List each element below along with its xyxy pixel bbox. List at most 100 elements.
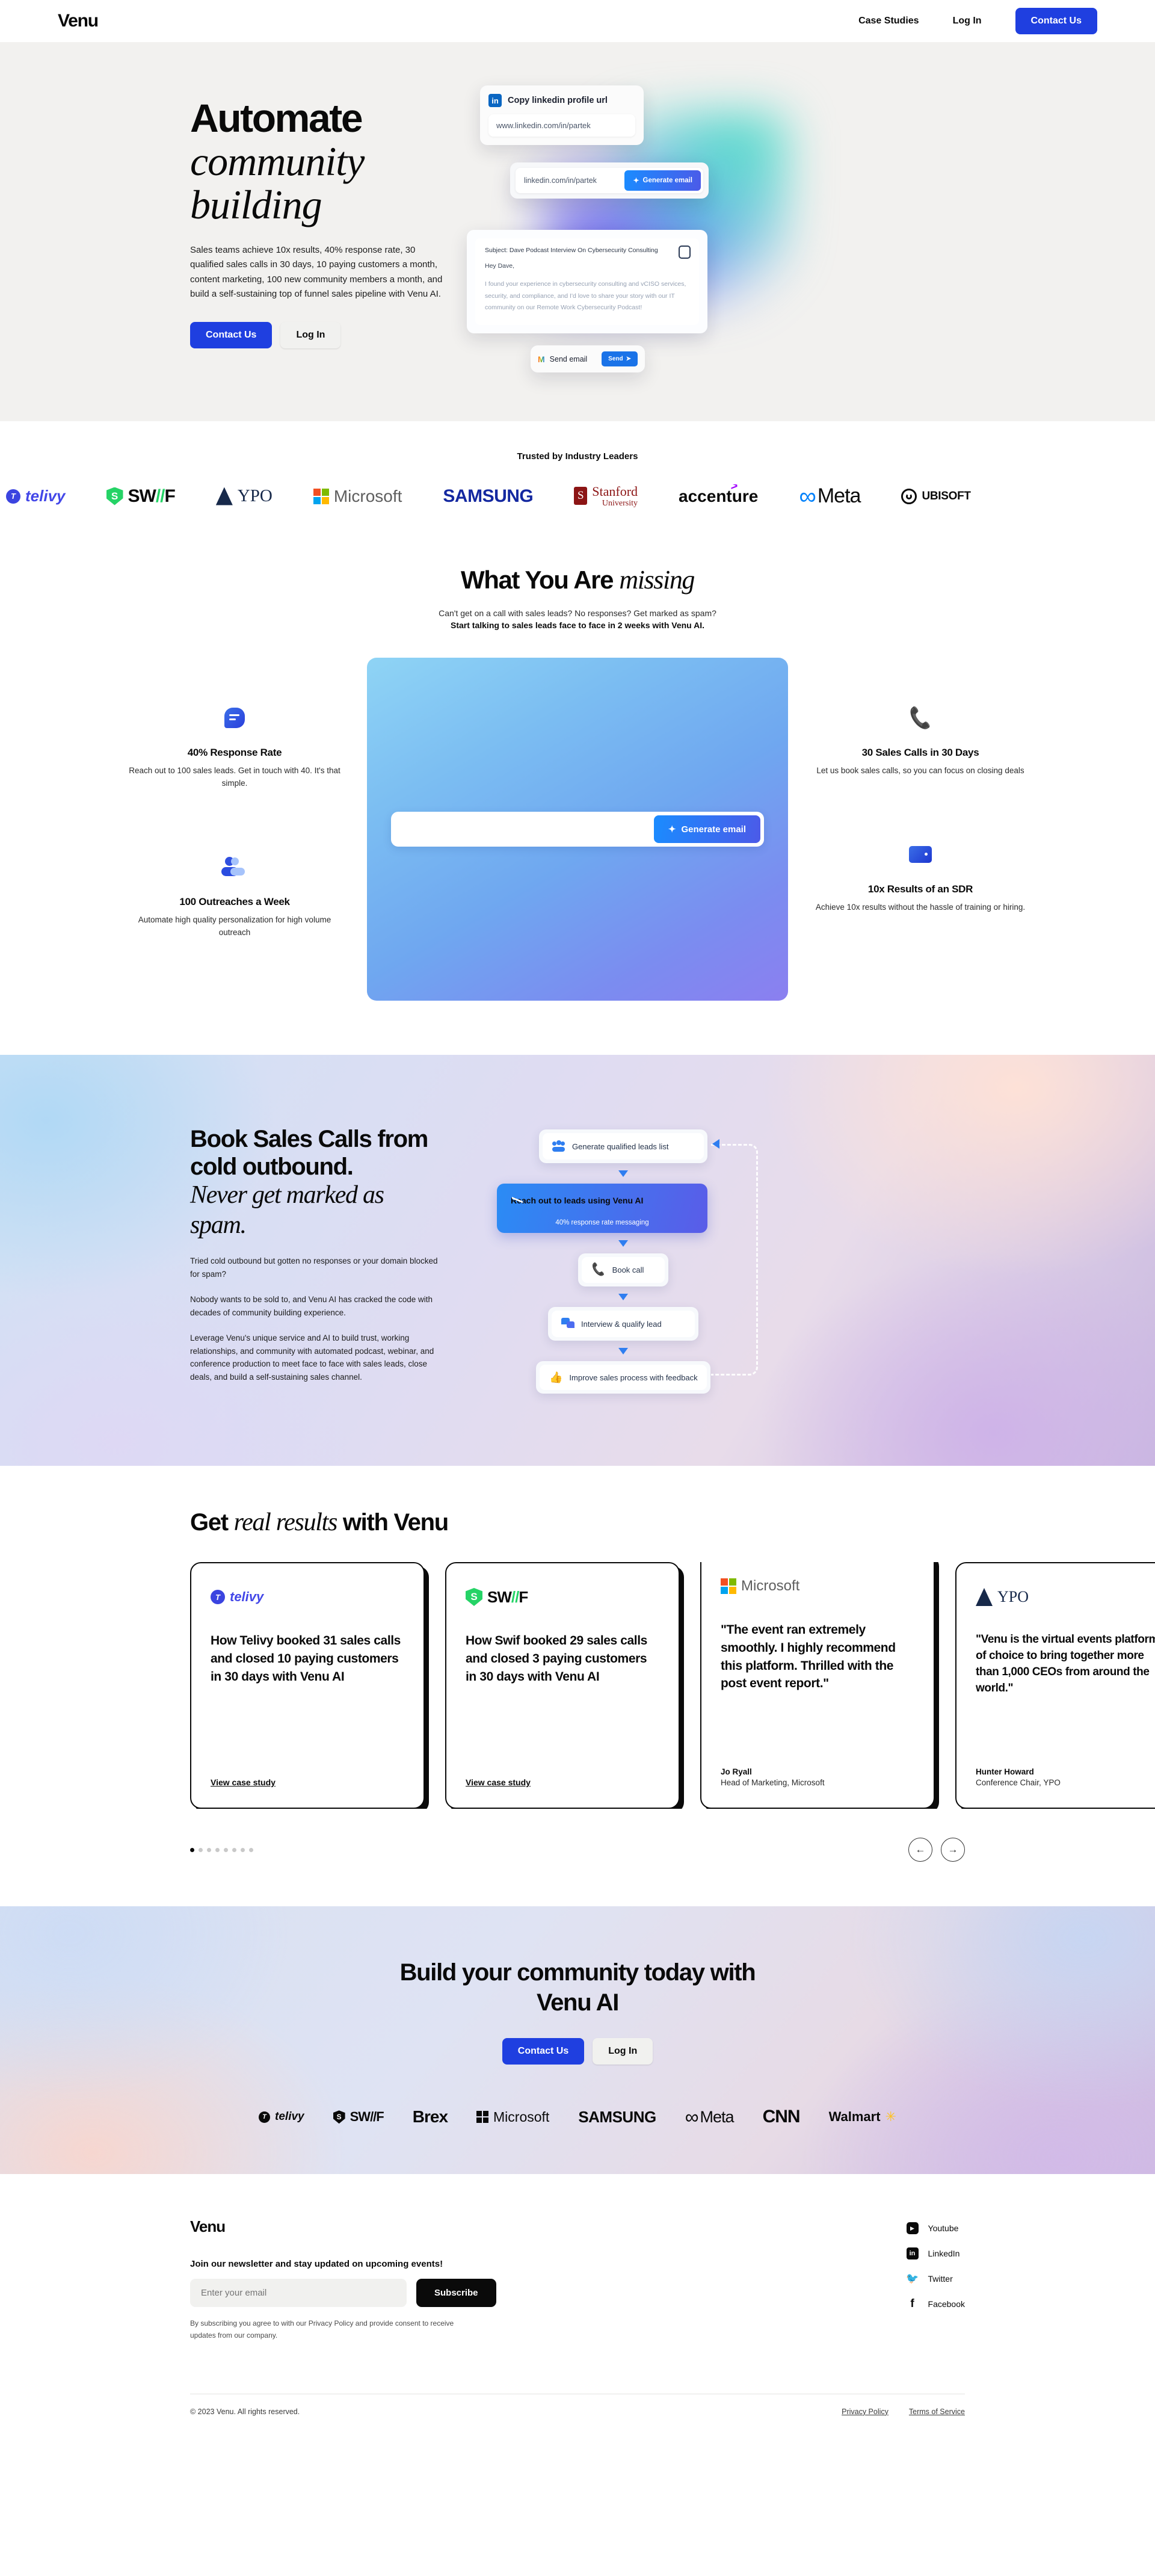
feature-response-rate-desc: Reach out to 100 sales leads. Get in tou… — [129, 766, 340, 788]
testimonial-card-microsoft[interactable]: Microsoft "The event ran extremely smoot… — [700, 1562, 935, 1809]
people-icon — [126, 855, 343, 879]
swif-shield-icon: S — [106, 487, 123, 505]
feature-sales-calls-desc: Let us book sales calls, so you can focu… — [816, 766, 1024, 775]
case-study-card-telivy[interactable]: T telivy How Telivy booked 31 sales call… — [190, 1562, 425, 1809]
mock-generate-email-label: Generate email — [642, 177, 692, 184]
footer-social-twitter[interactable]: 🐦 Twitter — [905, 2273, 965, 2285]
linkedin-icon: in — [906, 2247, 919, 2260]
twitter-icon: 🐦 — [905, 2273, 919, 2285]
card-logo-microsoft: Microsoft — [721, 1573, 914, 1599]
cta-log-in-button[interactable]: Log In — [593, 2038, 653, 2065]
case-study-card-telivy-link[interactable]: View case study — [211, 1758, 404, 1787]
copy-icon[interactable] — [679, 246, 691, 259]
logo-stanford: S Stanford University — [574, 484, 638, 508]
nav-link-log-in[interactable]: Log In — [953, 16, 982, 26]
carousel-dot[interactable] — [207, 1847, 211, 1852]
feature-response-rate: 40% Response Rate Reach out to 100 sales… — [102, 706, 367, 790]
mock-copy-linkedin-card: in Copy linkedin profile url www.linkedi… — [480, 85, 644, 145]
carousel-dot[interactable] — [215, 1847, 220, 1852]
cta-logo-brex-label: Brex — [412, 2107, 448, 2127]
cta-logo-cnn: CNN — [763, 2107, 801, 2127]
cta-section: Build your community today with Venu AI … — [0, 1906, 1155, 2174]
carousel-dot[interactable] — [241, 1847, 245, 1852]
cta-logo-samsung-label: SAMSUNG — [578, 2107, 656, 2126]
brand-logo[interactable]: Venu — [58, 11, 99, 31]
card-logo-swif: S SW//F — [466, 1584, 659, 1610]
gmail-icon: M — [538, 354, 545, 364]
footer-email-input[interactable] — [190, 2279, 407, 2308]
footer-social-linkedin[interactable]: in LinkedIn — [906, 2247, 965, 2260]
testimonial-card-ypo-author: Hunter Howard — [976, 1767, 1034, 1776]
footer-social-facebook[interactable]: f Facebook — [907, 2297, 965, 2311]
footer-social-youtube[interactable]: ▶ Youtube — [906, 2222, 965, 2235]
primary-nav: Case Studies Log In Contact Us — [858, 8, 1097, 34]
logo-ypo: YPO — [215, 486, 273, 506]
phone-icon: 📞 — [907, 705, 934, 730]
facebook-icon: f — [910, 2297, 914, 2311]
flow-node-book-call: 📞 Book call — [578, 1253, 668, 1286]
logo-meta-label: Meta — [817, 484, 861, 507]
feature-sdr-results: 10x Results of an SDR Achieve 10x result… — [788, 842, 1053, 914]
sparkle-icon: ✦ — [633, 176, 639, 185]
hero-contact-us-button[interactable]: Contact Us — [190, 322, 273, 349]
footer-link-terms-of-service[interactable]: Terms of Service — [909, 2408, 965, 2416]
case-study-card-swif[interactable]: S SW//F How Swif booked 29 sales calls a… — [445, 1562, 680, 1809]
cta-logo-samsung: SAMSUNG — [578, 2108, 656, 2127]
footer-logo[interactable]: Venu — [190, 2217, 563, 2236]
carousel-dot[interactable] — [232, 1847, 236, 1852]
case-study-card-swif-link[interactable]: View case study — [466, 1758, 659, 1787]
book-copy: Book Sales Calls from cold outbound. Nev… — [58, 1126, 443, 1394]
cta-contact-us-button[interactable]: Contact Us — [502, 2038, 585, 2065]
testimonial-card-ypo[interactable]: YPO "Venu is the virtual events platform… — [955, 1562, 1155, 1809]
results-title-c: with Venu — [337, 1509, 449, 1536]
cta-logo-walmart: Walmart ✳ — [829, 2109, 896, 2125]
chat-icon — [561, 1318, 574, 1330]
demo-generate-email-button[interactable]: ✦ Generate email — [653, 815, 760, 843]
flow-loop-arrow-icon — [712, 1139, 719, 1149]
mock-linkedin-url: www.linkedin.com/in/partek — [488, 114, 635, 137]
flow-node-interview: Interview & qualify lead — [548, 1307, 698, 1341]
case-study-carousel[interactable]: T telivy How Telivy booked 31 sales call… — [0, 1562, 1155, 1809]
flow-node-improve-label: Improve sales process with feedback — [569, 1373, 698, 1382]
feature-outreaches: 100 Outreaches a Week Automate high qual… — [102, 855, 367, 939]
flow-node-interview-label: Interview & qualify lead — [581, 1319, 662, 1329]
carousel-dot[interactable] — [190, 1847, 194, 1852]
feature-sales-calls-title: 30 Sales Calls in 30 Days — [861, 747, 979, 758]
nav-link-case-studies[interactable]: Case Studies — [858, 16, 919, 26]
carousel-dot[interactable] — [249, 1847, 253, 1852]
hero-log-in-button[interactable]: Log In — [280, 322, 341, 349]
telivy-mark-icon: T — [259, 2111, 271, 2123]
results-title-a: Get — [190, 1509, 234, 1536]
mock-generate-email-button[interactable]: ✦ Generate email — [624, 170, 701, 191]
mock-generate-url: linkedin.com/in/partek — [524, 176, 597, 185]
footer-link-privacy-policy[interactable]: Privacy Policy — [842, 2408, 889, 2416]
carousel-dots[interactable] — [190, 1847, 253, 1852]
wallet-icon — [812, 842, 1029, 866]
carousel-next-button[interactable]: → — [941, 1838, 965, 1862]
cta-logo-brex: Brex — [413, 2107, 448, 2127]
mock-send-button[interactable]: Send ➤ — [602, 351, 638, 366]
carousel-dot[interactable] — [199, 1847, 203, 1852]
telivy-mark-icon: T — [6, 489, 20, 504]
meta-infinity-icon: ∞ — [685, 2105, 699, 2128]
hero-actions: Contact Us Log In — [190, 322, 443, 349]
hero-title-line1: Automate — [190, 96, 363, 140]
nav-contact-us-button[interactable]: Contact Us — [1015, 8, 1097, 34]
walmart-spark-icon: ✳ — [885, 2109, 896, 2125]
carousel-prev-button[interactable]: ← — [908, 1838, 932, 1862]
feature-sales-calls: 📞 30 Sales Calls in 30 Days Let us book … — [788, 705, 1053, 777]
microsoft-squares-icon — [476, 2111, 489, 2124]
flow-node-generate-leads-label: Generate qualified leads list — [572, 1141, 669, 1151]
footer-subscribe-button[interactable]: Subscribe — [416, 2279, 496, 2308]
demo-input-row[interactable]: ✦ Generate email — [391, 812, 764, 847]
flow-loop-connector — [711, 1144, 758, 1376]
feature-sdr-results-desc: Achieve 10x results without the hassle o… — [815, 902, 1026, 912]
feature-outreaches-desc: Automate high quality personalization fo… — [138, 915, 331, 937]
missing-section: What You Are missing Can't get on a call… — [0, 534, 1155, 1055]
footer-newsletter-title: Join our newsletter and stay updated on … — [190, 2259, 443, 2270]
hero-mockup: in Copy linkedin profile url www.linkedi… — [467, 85, 1097, 372]
carousel-dot[interactable] — [224, 1847, 228, 1852]
mock-send-card: M Send email Send ➤ — [531, 345, 645, 372]
cta-logo-meta: ∞ Meta — [685, 2105, 735, 2128]
youtube-icon: ▶ — [906, 2222, 919, 2235]
